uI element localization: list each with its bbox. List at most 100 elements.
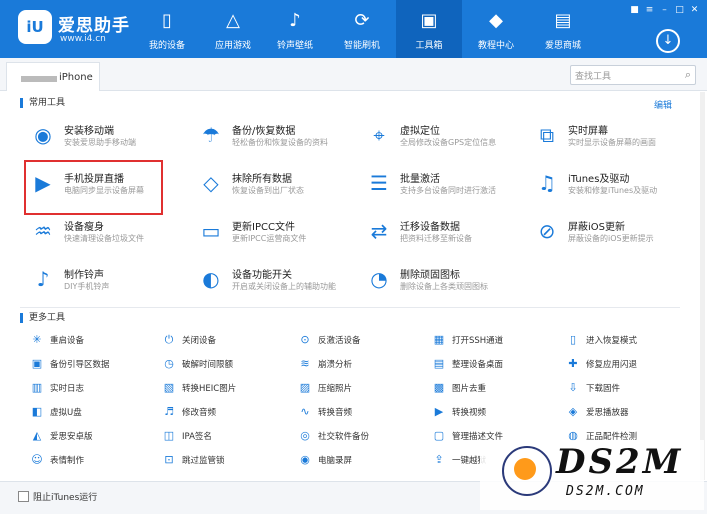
social-backup-icon: ◎ <box>300 429 310 442</box>
more-tool-ipa[interactable]: ◫ IPA签名 <box>162 427 287 447</box>
toggle-switch-icon: ◐ <box>202 267 220 291</box>
tool-eraser[interactable]: ◇ 抹除所有数据 恢复设备到出厂状态 <box>198 166 358 206</box>
more-tool-player[interactable]: ◈ 爱思播放器 <box>566 403 691 423</box>
tool-toggle-switch[interactable]: ◐ 设备功能开关 开启或关闭设备上的辅助功能 <box>198 262 358 302</box>
more-tool-name: 爱思安卓版 <box>50 432 93 442</box>
ipcc-file-icon: ▭ <box>201 219 221 243</box>
more-tool-android[interactable]: ◭ 爱思安卓版 <box>30 427 155 447</box>
more-tool-recovery[interactable]: ▯ 进入恢复模式 <box>566 331 691 351</box>
nav-my-device[interactable]: ▯ 我的设备 <box>134 0 200 58</box>
more-tool-name: 修复应用闪退 <box>586 360 638 370</box>
brand-url: www.i4.cn <box>60 34 106 44</box>
more-tool-log[interactable]: ▥ 实时日志 <box>30 379 155 399</box>
search-icon[interactable]: ⌕ <box>685 68 691 82</box>
nav-ringtones[interactable]: ♪ 铃声壁纸 <box>262 0 328 58</box>
tool-install-mobile[interactable]: ◉ 安装移动端 安装爱思助手移动端 <box>30 118 190 158</box>
apps-icon: △ <box>226 10 240 31</box>
more-tool-audio-convert[interactable]: ∿ 转换音频 <box>298 403 423 423</box>
more-tool-restart[interactable]: ✳ 重启设备 <box>30 331 155 351</box>
tool-batch-activate[interactable]: ☰ 批量激活 支持多台设备同时进行激活 <box>366 166 526 206</box>
minimize-icon[interactable]: – <box>658 5 671 16</box>
tool-umbrella[interactable]: ☂ 备份/恢复数据 轻松备份和恢复设备的资料 <box>198 118 358 158</box>
more-tool-ssh[interactable]: ▦ 打开SSH通道 <box>432 331 557 351</box>
more-tool-compress[interactable]: ▨ 压缩照片 <box>298 379 423 399</box>
tool-name: 设备瘦身 <box>64 222 104 233</box>
more-tool-screen-record[interactable]: ◉ 电脑录屏 <box>298 451 423 471</box>
nav-store[interactable]: ▤ 爱思商城 <box>530 0 596 58</box>
more-tool-name: 整理设备桌面 <box>452 360 504 370</box>
more-tool-name: 转换视频 <box>452 408 487 418</box>
more-tool-timer[interactable]: ◷ 破解时间限额 <box>162 355 287 375</box>
device-tab[interactable]: iPhone <box>6 62 100 91</box>
nav-apps[interactable]: △ 应用游戏 <box>200 0 266 58</box>
jailbreak-icon: ⇪ <box>434 453 444 466</box>
tool-migrate[interactable]: ⇄ 迁移设备数据 把资料迁移至新设备 <box>366 214 526 254</box>
tool-name: 删除顽固图标 <box>400 270 460 281</box>
audio-convert-icon: ∿ <box>300 405 310 418</box>
more-tool-heic[interactable]: ▧ 转换HEIC图片 <box>162 379 287 399</box>
block-itunes-label[interactable]: 阻止iTunes运行 <box>33 490 97 503</box>
tool-broom[interactable]: ♒ 设备瘦身 快速清理设备垃圾文件 <box>30 214 190 254</box>
menu-icon[interactable]: ≡ <box>643 5 656 16</box>
watermark-title: DS2M <box>556 442 684 482</box>
more-tool-power[interactable]: ⏻ 关闭设备 <box>162 331 287 351</box>
more-tool-backup-boot[interactable]: ▣ 备份引导区数据 <box>30 355 155 375</box>
maximize-icon[interactable]: □ <box>673 5 686 16</box>
restart-icon: ✳ <box>32 333 42 346</box>
download-icon[interactable]: ↓ <box>656 29 680 53</box>
more-tool-deactivate[interactable]: ⊙ 反激活设备 <box>298 331 423 351</box>
watermark-subtitle: DS2M.COM <box>566 484 645 499</box>
tool-location-pin[interactable]: ⌖ 虚拟定位 全局修改设备GPS定位信息 <box>366 118 526 158</box>
watermark-orb-core <box>514 458 536 480</box>
graduation-icon: ◆ <box>489 10 503 31</box>
ipa-icon: ◫ <box>163 429 175 442</box>
more-tool-download-firmware[interactable]: ⇩ 下载固件 <box>566 379 691 399</box>
more-tool-repair[interactable]: ✚ 修复应用闪退 <box>566 355 691 375</box>
tool-ipcc-file[interactable]: ▭ 更新IPCC文件 更新IPCC运营商文件 <box>198 214 358 254</box>
block-itunes-checkbox[interactable] <box>18 491 29 502</box>
more-tool-name: 破解时间限额 <box>182 360 234 370</box>
tool-block-update[interactable]: ⊘ 屏蔽iOS更新 屏蔽设备的iOS更新提示 <box>534 214 694 254</box>
player-icon: ◈ <box>568 405 578 418</box>
dedupe-icon: ▩ <box>433 381 445 394</box>
tool-itunes[interactable]: ♫ iTunes及驱动 安装和修复iTunes及驱动 <box>534 166 694 206</box>
more-tool-social-backup[interactable]: ◎ 社交软件备份 <box>298 427 423 447</box>
more-tool-name: 跳过监管锁 <box>182 456 225 466</box>
highlight-box <box>24 160 163 215</box>
block-update-icon: ⊘ <box>538 219 556 243</box>
more-tool-video-convert[interactable]: ▶ 转换视频 <box>432 403 557 423</box>
tool-screen-mirror[interactable]: ⧉ 实时屏幕 实时显示设备屏幕的画面 <box>534 118 694 158</box>
more-tool-name: 爱思播放器 <box>586 408 629 418</box>
tool-pie-chart[interactable]: ◔ 删除顽固图标 删除设备上各类顽固图标 <box>366 262 526 302</box>
more-tool-dedupe[interactable]: ▩ 图片去重 <box>432 379 557 399</box>
tool-name: 更新IPCC文件 <box>232 222 295 233</box>
tool-name: 批量激活 <box>400 174 440 185</box>
nav-tutorials[interactable]: ◆ 教程中心 <box>463 0 529 58</box>
search-input[interactable]: 查找工具 ⌕ <box>570 65 696 85</box>
tool-name: 虚拟定位 <box>400 126 440 137</box>
profile-icon: ▢ <box>433 429 445 442</box>
scrollbar[interactable] <box>700 92 705 480</box>
deactivate-icon: ⊙ <box>300 333 310 346</box>
edit-link[interactable]: 编辑 <box>654 98 672 111</box>
skin-icon[interactable]: ■ <box>628 5 641 16</box>
close-icon[interactable]: ✕ <box>688 5 701 16</box>
tool-desc: 快速清理设备垃圾文件 <box>64 234 144 243</box>
store-icon: ▤ <box>554 10 572 31</box>
device-tabbar: iPhone 查找工具 ⌕ <box>0 58 707 91</box>
nav-label: 工具箱 <box>415 41 443 51</box>
batch-activate-icon: ☰ <box>370 171 388 195</box>
nav-flash[interactable]: ⟳ 智能刷机 <box>329 0 395 58</box>
more-tool-usb[interactable]: ◧ 虚拟U盘 <box>30 403 155 423</box>
more-tool-audio-edit[interactable]: ♬ 修改音频 <box>162 403 287 423</box>
broom-icon: ♒ <box>34 219 52 243</box>
nav-toolbox[interactable]: ▣ 工具箱 <box>396 0 462 58</box>
more-tool-desktop[interactable]: ▤ 整理设备桌面 <box>432 355 557 375</box>
tool-ringtone-bell[interactable]: ♪ 制作铃声 DIY手机铃声 <box>30 262 190 302</box>
more-tool-emoji[interactable]: ☺ 表情制作 <box>30 451 155 471</box>
more-tools-title: 更多工具 <box>20 313 65 323</box>
music-icon: ♪ <box>289 10 301 31</box>
more-tool-lock-skip[interactable]: ⊡ 跳过监管锁 <box>162 451 287 471</box>
migrate-icon: ⇄ <box>370 219 388 243</box>
more-tool-crash[interactable]: ≋ 崩溃分析 <box>298 355 423 375</box>
